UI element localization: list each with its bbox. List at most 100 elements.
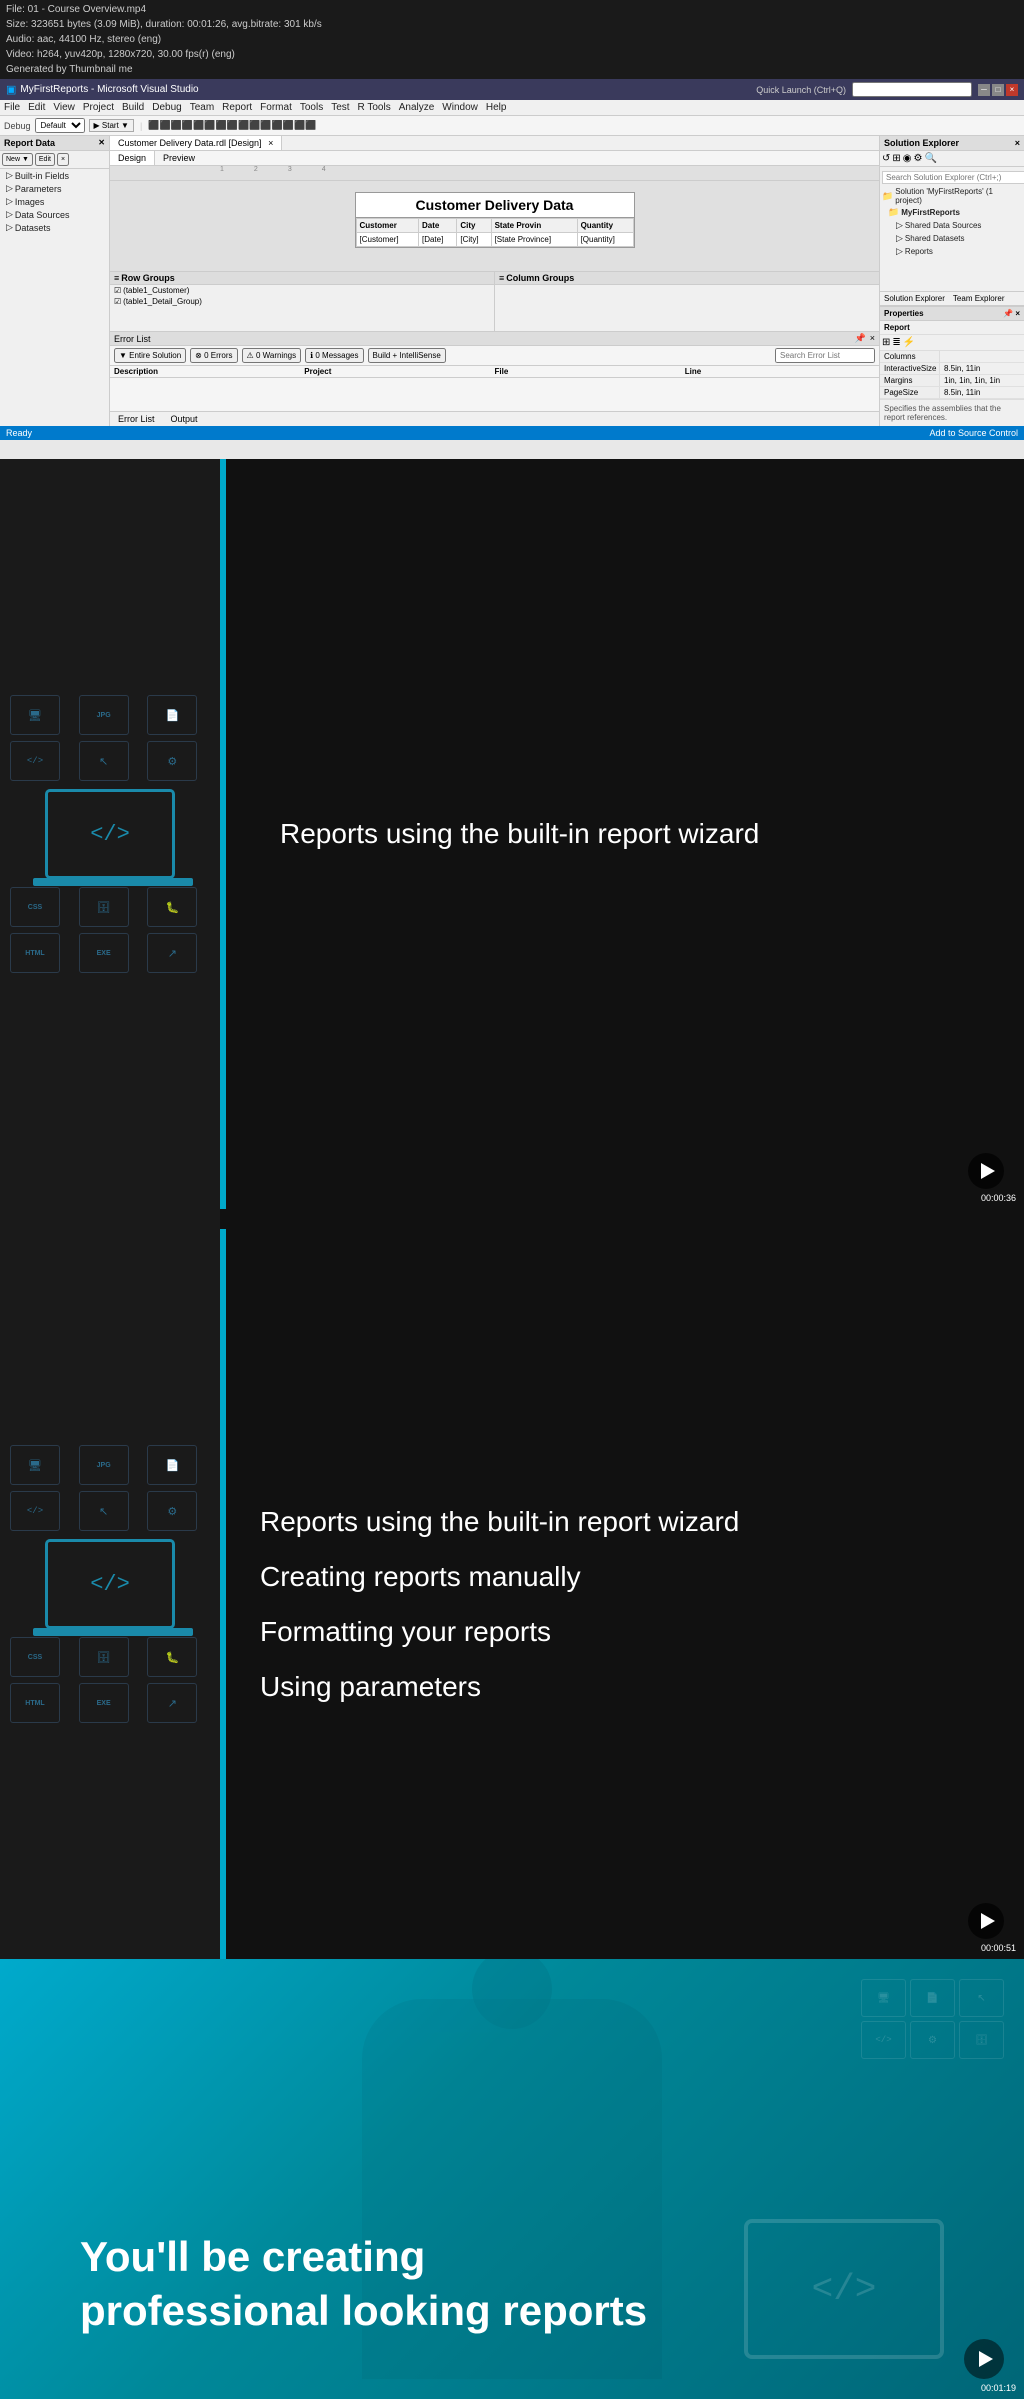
rd-delete-btn[interactable]: × [57,153,69,166]
menu-debug[interactable]: Debug [152,102,181,113]
right-content-1: Reports using the built-in report wizard [220,459,1024,1209]
vs-minimize-btn[interactable]: ─ [978,84,990,96]
video-audio: Audio: aac, 44100 Hz, stereo (eng) [6,32,1018,47]
vs-tree-images[interactable]: ▷ Images [0,195,109,208]
menu-edit[interactable]: Edit [28,102,45,113]
video-filename: File: 01 - Course Overview.mp4 [6,2,1018,17]
rd-edit-btn[interactable]: Edit [35,153,55,166]
icon-cell-bug: 🐛 [147,887,197,927]
vs-tree-shareddatasources[interactable]: ▷ Shared Data Sources [880,219,1024,232]
vs-statusbar: Ready Add to Source Control [0,426,1024,440]
laptop-decoration-1: </> [45,789,175,879]
solexp-tool-4[interactable]: ⚙ [914,153,923,164]
menu-window[interactable]: Window [442,102,478,113]
vs-tree-datasources[interactable]: ▷ Data Sources [0,208,109,221]
props-close[interactable]: × [1015,309,1020,318]
play-button-1[interactable] [968,1153,1004,1189]
vs-maximize-btn[interactable]: □ [992,84,1004,96]
vs-rowgroup-item-1[interactable]: ☑ (table1_Customer) [110,285,494,296]
props-category-icon[interactable]: ≣ [892,337,900,348]
vs-tab-teamexp[interactable]: Team Explorer [949,292,1009,305]
vs-titlebar-left: ▣ MyFirstReports - Microsoft Visual Stud… [6,83,199,96]
vs-tab-design[interactable]: Design [110,151,155,165]
vs-col-groups: ≡ Column Groups [495,272,879,331]
menu-report[interactable]: Report [222,102,252,113]
menu-format[interactable]: Format [260,102,292,113]
el-build-btn[interactable]: Build + IntelliSense [368,348,446,363]
cg-icon: ≡ [499,273,504,283]
vs-tree-params[interactable]: ▷ Parameters [0,182,109,195]
props-sort-icon[interactable]: ⊞ [882,337,890,348]
vs-tab-preview[interactable]: Preview [155,151,203,165]
css-icon: CSS [28,904,42,911]
teal-cursor-icon: ↖ [977,1993,985,2004]
rd-new-btn[interactable]: New ▼ [2,153,33,166]
vs-tab-output[interactable]: Output [163,412,206,426]
props-event-icon[interactable]: ⚡ [903,337,915,348]
menu-rtools[interactable]: R Tools [358,102,391,113]
el-search-input[interactable] [775,348,875,363]
menu-team[interactable]: Team [190,102,214,113]
vs-tab-solexp[interactable]: Solution Explorer [880,292,949,305]
teal-icon-5: ⚙ [910,2021,955,2059]
vs-tree-solution[interactable]: 📁 Solution 'MyFirstReports' (1 project) [880,186,1024,206]
proj-label: MyFirstReports [901,208,960,217]
vs-design-tabs: Design Preview [110,151,879,166]
solexp-tool-5[interactable]: 🔍 [924,153,936,164]
solexp-tool-3[interactable]: ◉ [903,153,912,164]
vs-solexp-search[interactable] [882,171,1024,184]
col-quantity: Quantity [577,219,633,233]
menu-project[interactable]: Project [83,102,114,113]
vs-quicklaunch-label: Quick Launch (Ctrl+Q) [756,85,846,95]
vs-properties-panel: Properties 📌 × Report ⊞ ≣ ⚡ Columns [880,306,1024,426]
toolbar-start-btn[interactable]: ▶ Start ▼ [89,119,134,132]
vs-tree-shareddatasets[interactable]: ▷ Shared Datasets [880,232,1024,245]
col-city: City [457,219,491,233]
vs-close-btn[interactable]: × [1006,84,1018,96]
vs-tree-reports[interactable]: ▷ Reports [880,245,1024,258]
jpg2-icon: JPG [97,1462,111,1469]
rg-item-label2: (table1_Detail_Group) [123,297,202,306]
props-label: Properties [884,309,924,318]
menu-help[interactable]: Help [486,102,507,113]
el-messages-btn[interactable]: ℹ 0 Messages [305,348,363,363]
play-button-teal[interactable] [964,2339,1004,2379]
menu-tools[interactable]: Tools [300,102,323,113]
vs-solexp-close[interactable]: × [1015,138,1020,148]
el-close-icon[interactable]: × [870,333,875,344]
menu-build[interactable]: Build [122,102,144,113]
vs-rowgroup-item-2[interactable]: ☑ (table1_Detail_Group) [110,296,494,307]
teal-laptop-large: </> [744,2219,944,2359]
menu-file[interactable]: File [4,102,20,113]
menu-analyze[interactable]: Analyze [399,102,435,113]
vs-tree-myfirstreports[interactable]: 📁 MyFirstReports [880,206,1024,219]
solexp-tool-1[interactable]: ↺ [882,153,890,164]
icon-grid-bottom: CSS 🗄 🐛 HTML EXE ↗ [10,887,210,973]
toolbar-platform-select[interactable]: Default [35,118,85,133]
vs-doc-close-icon[interactable]: × [268,138,273,148]
solution-icon: 📁 [882,191,893,202]
cell-date: [Date] [418,233,456,247]
vs-left-panel: Report Data ✕ New ▼ Edit × ▷ Built-in Fi… [0,136,110,426]
vs-tree-datasets[interactable]: ▷ Datasets [0,221,109,234]
vs-doc-tab[interactable]: Customer Delivery Data.rdl [Design] × [110,136,282,150]
vs-quicklaunch-input[interactable] [852,82,972,97]
teal-icon-6: 🗄 [959,2021,1004,2059]
icon-cell-gear: ⚙ [147,741,197,781]
vs-errorlist-toolbar: ▼ Entire Solution ⊗ 0 Errors ⚠ 0 Warning… [110,346,879,366]
prop-margins-val: 1in, 1in, 1in, 1in [940,375,1024,386]
toolbar-separator: | [140,121,142,131]
el-pin-icon[interactable]: 📌 [855,333,866,344]
play-button-2[interactable] [968,1903,1004,1939]
el-errors-btn[interactable]: ⊗ 0 Errors [190,348,237,363]
props-pin[interactable]: 📌 [1003,309,1013,318]
menu-view[interactable]: View [53,102,75,113]
el-warnings-btn[interactable]: ⚠ 0 Warnings [242,348,302,363]
el-solution-btn[interactable]: ▼ Entire Solution [114,348,186,363]
vs-tab-errorlist[interactable]: Error List [110,412,163,426]
jpg-icon: JPG [97,712,111,719]
vs-tree-builtin[interactable]: ▷ Built-in Fields [0,169,109,182]
exe2-icon: EXE [97,1700,111,1707]
solexp-tool-2[interactable]: ⊞ [892,153,900,164]
menu-test[interactable]: Test [331,102,349,113]
